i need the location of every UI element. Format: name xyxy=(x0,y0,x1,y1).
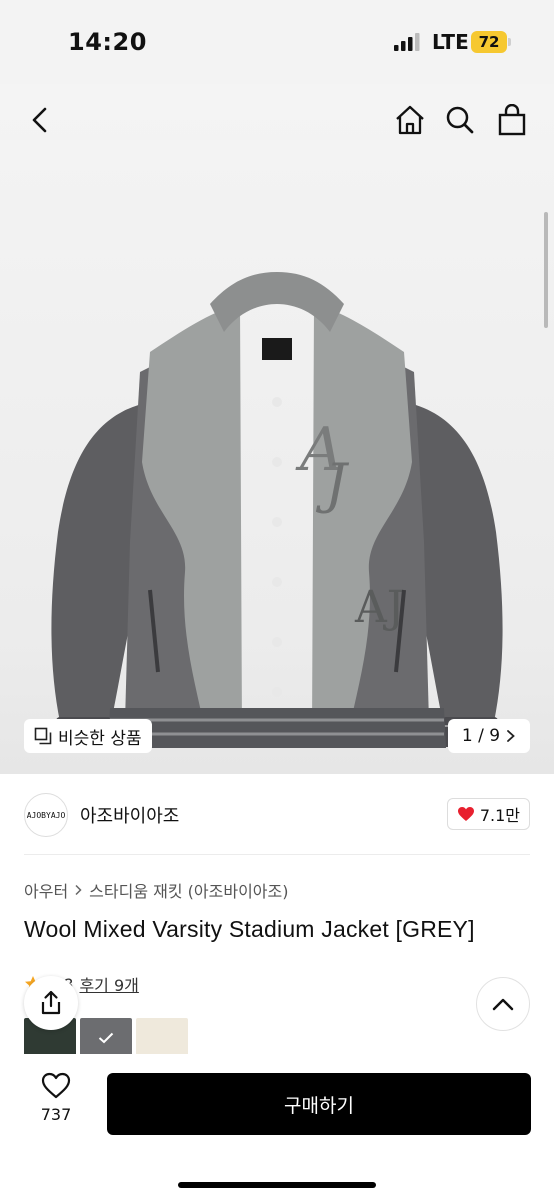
svg-text:AJ: AJ xyxy=(354,582,404,633)
divider xyxy=(24,854,530,855)
wish-count: 737 xyxy=(40,1105,72,1124)
product-title: Wool Mixed Varsity Stadium Jacket [GREY] xyxy=(24,916,475,942)
search-button[interactable] xyxy=(440,100,480,140)
chevron-right-icon xyxy=(507,730,515,742)
product-gallery[interactable]: A J AJ 비슷한 상품 1 / 9 xyxy=(0,84,554,774)
battery-icon: 72 xyxy=(471,31,507,53)
breadcrumb: 아우터 스타디움 재킷 (아조바이아조) xyxy=(24,878,288,902)
brand-logo[interactable]: AJOBYAJO xyxy=(24,793,68,837)
review-link[interactable]: 후기 9개 xyxy=(79,972,138,996)
shopping-bag-icon xyxy=(498,104,526,136)
back-button[interactable] xyxy=(20,100,60,140)
gallery-page-indicator[interactable]: 1 / 9 xyxy=(448,719,530,753)
scroll-indicator xyxy=(544,212,548,328)
share-button[interactable] xyxy=(24,976,78,1030)
buy-button[interactable]: 구매하기 xyxy=(107,1073,531,1135)
heart-outline-icon xyxy=(41,1072,71,1099)
cart-button[interactable] xyxy=(492,100,532,140)
chevron-up-icon xyxy=(492,998,514,1011)
battery-cap xyxy=(508,38,511,46)
home-icon xyxy=(396,105,424,135)
buy-button-label: 구매하기 xyxy=(284,1094,354,1117)
status-time: 14:20 xyxy=(68,28,147,56)
status-bar: 14:20 LTE 72 xyxy=(0,0,554,84)
similar-label: 비슷한 상품 xyxy=(58,728,142,749)
home-indicator xyxy=(178,1182,376,1188)
check-icon xyxy=(98,1032,114,1044)
wish-button[interactable]: 737 xyxy=(28,1072,84,1124)
brand-name[interactable]: 아조바이아조 xyxy=(80,802,179,828)
chevron-left-icon xyxy=(32,107,47,133)
chevron-right-icon xyxy=(75,884,82,896)
share-icon xyxy=(41,990,61,1015)
home-button[interactable] xyxy=(390,100,430,140)
signal-icon xyxy=(394,33,420,51)
brand-like-count: 7.1만 xyxy=(479,806,520,825)
color-option-grey[interactable] xyxy=(80,1018,132,1058)
page-indicator-text: 1 / 9 xyxy=(461,726,501,746)
heart-filled-icon xyxy=(457,807,474,821)
network-label: LTE xyxy=(432,30,469,54)
scroll-top-button[interactable] xyxy=(476,977,530,1031)
brand-like-button[interactable]: 7.1만 xyxy=(446,798,530,830)
similar-icon xyxy=(34,727,52,745)
breadcrumb-category[interactable]: 아우터 xyxy=(24,878,68,902)
similar-products-button[interactable]: 비슷한 상품 xyxy=(24,719,152,753)
breadcrumb-subcategory[interactable]: 스타디움 재킷 (아조바이아조) xyxy=(89,878,288,902)
color-option-cream[interactable] xyxy=(136,1018,188,1058)
product-image: A J AJ xyxy=(51,272,503,748)
search-icon xyxy=(446,106,474,134)
